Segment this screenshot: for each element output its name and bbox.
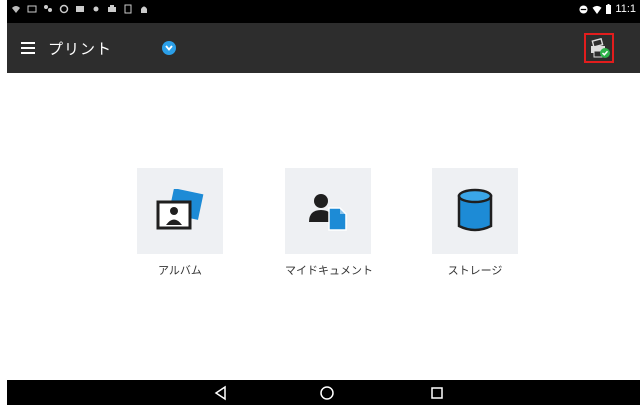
app-bar: プリント bbox=[7, 23, 640, 73]
system-status: 11:1 bbox=[579, 3, 636, 15]
my-document-tile[interactable]: マイドキュメント bbox=[285, 168, 373, 278]
recents-button[interactable] bbox=[428, 384, 446, 402]
printer-connected-icon bbox=[591, 38, 610, 58]
my-document-label: マイドキュメント bbox=[285, 264, 373, 277]
album-label: アルバム bbox=[158, 264, 202, 277]
navigation-bar bbox=[7, 380, 640, 405]
back-button[interactable] bbox=[212, 384, 230, 402]
record-notification-icon bbox=[93, 6, 99, 12]
wifi-notification-icon bbox=[12, 6, 20, 13]
hamburger-icon-line bbox=[21, 42, 35, 44]
menu-button[interactable] bbox=[21, 39, 35, 57]
do-not-disturb-icon bbox=[579, 4, 588, 14]
my-document-icon bbox=[309, 194, 347, 231]
usb-notification-icon bbox=[44, 5, 52, 12]
battery-icon bbox=[606, 4, 612, 14]
chevron-down-icon bbox=[165, 45, 173, 51]
storage-tile-box bbox=[432, 168, 518, 254]
android-notification-icon bbox=[141, 6, 147, 13]
album-tile[interactable]: アルバム bbox=[137, 168, 223, 278]
storage-label: ストレージ bbox=[447, 264, 503, 277]
hamburger-icon-line bbox=[21, 52, 35, 54]
storage-icon bbox=[457, 188, 493, 232]
status-time: 11:1 bbox=[615, 3, 636, 15]
sync-notification-icon bbox=[59, 4, 69, 14]
my-document-tile-box bbox=[285, 168, 371, 254]
home-button[interactable] bbox=[318, 384, 336, 402]
main-content: アルバム マイドキュメント ストレージ bbox=[7, 73, 640, 380]
hamburger-icon-line bbox=[21, 47, 35, 49]
home-circle-icon bbox=[320, 386, 334, 400]
wifi-icon bbox=[592, 5, 602, 14]
album-icon bbox=[156, 189, 204, 230]
printer-status-button[interactable] bbox=[584, 33, 614, 63]
album-tile-box bbox=[137, 168, 223, 254]
notification-icons bbox=[11, 4, 149, 14]
storage-notification-icon bbox=[124, 4, 132, 14]
image-notification-icon bbox=[27, 5, 37, 13]
printer-dropdown-button[interactable] bbox=[162, 41, 176, 55]
device-screen: 11:1 プリント アルバム マイドキュメント ストレージ bbox=[7, 0, 640, 405]
status-bar: 11:1 bbox=[7, 0, 640, 23]
back-triangle-icon bbox=[214, 385, 226, 401]
mail-notification-icon bbox=[76, 6, 84, 12]
recents-square-icon bbox=[431, 387, 443, 399]
storage-tile[interactable]: ストレージ bbox=[432, 168, 518, 278]
print-notification-icon bbox=[108, 5, 116, 12]
page-title: プリント bbox=[48, 40, 113, 58]
